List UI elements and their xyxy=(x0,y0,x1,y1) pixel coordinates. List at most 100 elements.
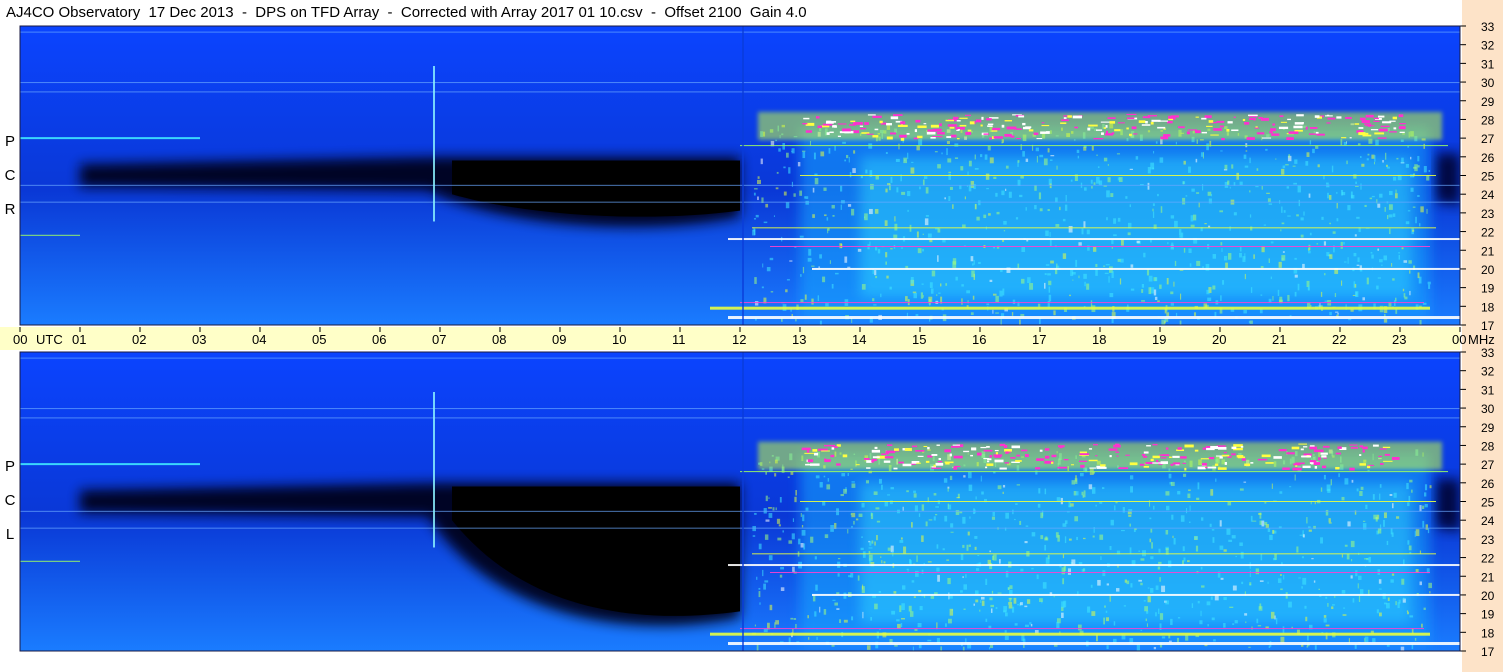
band-27mhz-speckle xyxy=(1362,449,1365,453)
activity-speckle xyxy=(1170,215,1175,219)
activity-speckle xyxy=(814,556,817,560)
activity-speckle xyxy=(1379,484,1382,488)
activity-speckle xyxy=(1371,195,1375,198)
activity-speckle xyxy=(1129,168,1133,171)
activity-speckle xyxy=(1394,193,1398,199)
activity-speckle xyxy=(936,544,939,549)
activity-speckle xyxy=(1314,645,1317,650)
activity-speckle xyxy=(840,493,844,497)
activity-speckle xyxy=(802,514,805,522)
activity-speckle xyxy=(1055,532,1059,538)
activity-speckle xyxy=(1351,194,1355,199)
activity-speckle xyxy=(1248,320,1251,324)
activity-speckle xyxy=(878,591,882,593)
activity-speckle xyxy=(791,148,795,154)
band-27mhz-speckle xyxy=(1060,122,1067,124)
station-line xyxy=(728,642,1460,646)
activity-speckle xyxy=(984,154,988,160)
band-27mhz-speckle xyxy=(871,449,881,453)
band-27mhz-speckle xyxy=(987,458,992,461)
activity-speckle xyxy=(1255,185,1259,188)
band-27mhz-speckle xyxy=(1349,467,1355,471)
activity-speckle xyxy=(800,513,802,517)
activity-speckle xyxy=(1171,514,1174,520)
activity-speckle xyxy=(1201,585,1205,588)
activity-speckle xyxy=(851,616,854,621)
activity-speckle xyxy=(800,543,804,548)
activity-speckle xyxy=(960,553,964,561)
activity-speckle xyxy=(1087,606,1091,613)
activity-speckle xyxy=(807,257,812,262)
activity-speckle xyxy=(1130,288,1135,291)
activity-speckle xyxy=(1419,505,1422,512)
activity-speckle xyxy=(1091,487,1096,494)
band-27mhz-speckle xyxy=(1231,446,1237,450)
band-27mhz-speckle xyxy=(917,135,923,139)
activity-speckle xyxy=(1320,537,1323,544)
activity-speckle xyxy=(998,559,1001,564)
right-dark-region xyxy=(1436,479,1460,532)
activity-speckle xyxy=(1116,588,1120,592)
activity-speckle xyxy=(788,540,793,544)
activity-speckle xyxy=(823,187,827,191)
band-27mhz-speckle xyxy=(987,125,993,127)
activity-speckle xyxy=(1288,154,1291,158)
activity-speckle xyxy=(1249,214,1252,218)
activity-speckle xyxy=(1020,602,1023,606)
activity-speckle xyxy=(1406,610,1409,612)
activity-speckle xyxy=(757,176,760,179)
band-27mhz-speckle xyxy=(1160,457,1167,459)
x-tick-label: 18 xyxy=(1092,332,1106,347)
activity-speckle xyxy=(1227,180,1230,185)
band-27mhz-speckle xyxy=(925,460,930,463)
activity-speckle xyxy=(1350,575,1353,579)
activity-speckle xyxy=(870,617,873,621)
band-27mhz-speckle xyxy=(959,117,968,119)
activity-speckle xyxy=(1423,492,1427,497)
activity-speckle xyxy=(1196,497,1200,500)
activity-speckle xyxy=(913,490,916,493)
band-27mhz-speckle xyxy=(1308,133,1316,135)
activity-speckle xyxy=(1287,294,1290,302)
activity-speckle xyxy=(848,575,851,578)
activity-speckle xyxy=(937,500,941,505)
activity-speckle xyxy=(974,536,978,539)
activity-speckle xyxy=(1062,578,1065,585)
band-27mhz-speckle xyxy=(1016,454,1021,457)
band-27mhz-speckle xyxy=(1131,126,1137,130)
band-27mhz-speckle xyxy=(1226,128,1230,132)
band-27mhz-speckle xyxy=(1100,464,1106,467)
activity-speckle xyxy=(1044,537,1049,541)
activity-speckle xyxy=(1106,190,1110,198)
activity-speckle xyxy=(976,568,980,571)
band-27mhz-speckle xyxy=(1314,115,1320,118)
activity-speckle xyxy=(1260,265,1264,269)
activity-speckle xyxy=(1424,503,1428,508)
band-27mhz-speckle xyxy=(1282,467,1290,470)
activity-speckle xyxy=(1342,614,1347,616)
y-tick-label: 28 xyxy=(1481,113,1495,127)
band-27mhz-speckle xyxy=(821,450,830,452)
activity-speckle xyxy=(782,143,785,150)
activity-speckle xyxy=(839,619,842,623)
activity-speckle xyxy=(1281,222,1285,225)
activity-speckle xyxy=(887,494,891,496)
activity-speckle xyxy=(921,504,925,511)
activity-speckle xyxy=(1183,248,1186,253)
activity-speckle xyxy=(1076,149,1080,154)
activity-speckle xyxy=(837,558,841,560)
activity-speckle xyxy=(759,602,761,605)
activity-speckle xyxy=(846,154,849,159)
activity-speckle xyxy=(883,561,886,564)
activity-speckle xyxy=(1308,285,1310,291)
activity-speckle xyxy=(918,139,923,146)
band-27mhz-speckle xyxy=(1323,457,1327,459)
activity-speckle xyxy=(1357,257,1360,263)
activity-speckle xyxy=(1208,198,1212,204)
activity-speckle xyxy=(1402,288,1405,292)
activity-speckle xyxy=(864,213,868,221)
activity-speckle xyxy=(880,293,882,298)
band-27mhz-speckle xyxy=(1118,467,1129,470)
activity-speckle xyxy=(1410,187,1414,192)
activity-speckle xyxy=(754,228,756,236)
